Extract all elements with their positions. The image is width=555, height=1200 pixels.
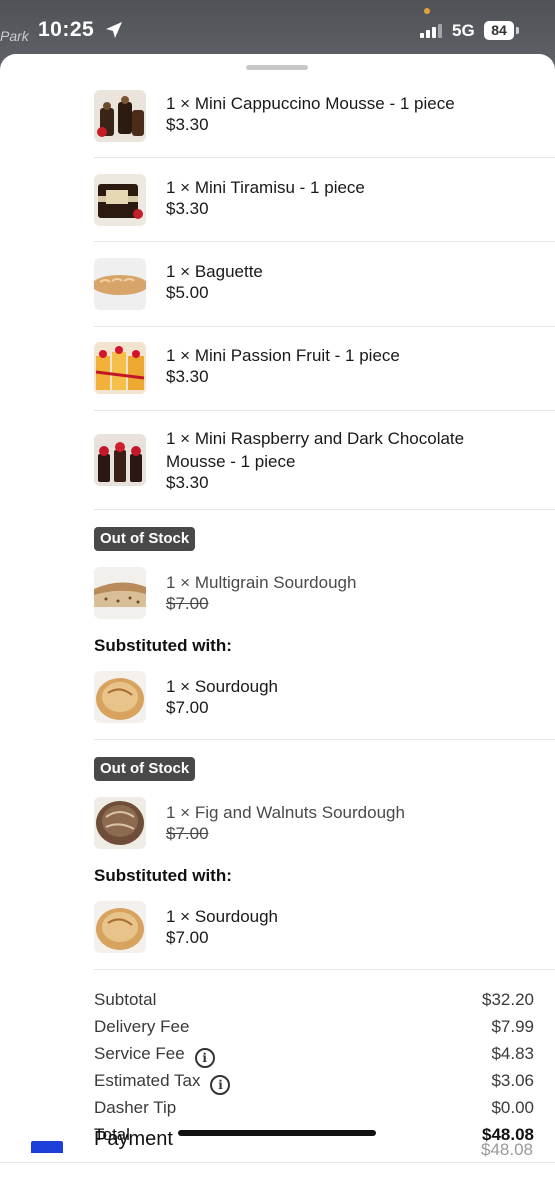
home-indicator[interactable]: [178, 1130, 376, 1136]
status-time: 10:25: [38, 18, 95, 41]
item-price: $3.30: [166, 367, 209, 386]
order-item: 1 × Mini Raspberry and Dark Chocolate Mo…: [94, 426, 555, 506]
order-item: 1 × Baguette $5.00: [94, 258, 555, 312]
item-image: [94, 434, 146, 486]
out-of-stock-badge: Out of Stock: [94, 757, 196, 781]
item-image: [94, 174, 146, 226]
order-item: 1 × Mini Passion Fruit - 1 piece $3.30: [94, 342, 555, 396]
service-fee-value: $4.83: [491, 1044, 534, 1063]
divider: [94, 326, 555, 327]
out-of-stock-badge: Out of Stock: [94, 527, 196, 551]
order-sheet[interactable]: 1 × Mini Cappuccino Mousse - 1 piece $3.…: [0, 54, 555, 1200]
dasher-tip-value: $0.00: [491, 1098, 534, 1117]
delivery-fee-row: Delivery Fee $7.99: [94, 1017, 534, 1039]
item-original-price: $7.00: [166, 594, 209, 613]
credit-card-icon: [31, 1141, 63, 1153]
service-fee-row: Service Fee i $4.83: [94, 1044, 534, 1068]
item-price: $3.30: [166, 115, 209, 134]
payment-amount: $48.08: [481, 1140, 533, 1159]
privacy-indicator: [424, 8, 430, 14]
item-image: [94, 797, 146, 849]
order-item: 1 × Mini Tiramisu - 1 piece $3.30: [94, 174, 555, 228]
delivery-fee-value: $7.99: [491, 1017, 534, 1036]
item-image: [94, 342, 146, 394]
estimated-tax-row: Estimated Tax i $3.06: [94, 1071, 534, 1095]
delivery-fee-label: Delivery Fee: [94, 1017, 190, 1036]
battery-cap: [516, 27, 519, 34]
network-type: 5G: [452, 21, 475, 40]
divider: [94, 157, 555, 158]
item-price: $7.00: [166, 698, 209, 717]
item-image: [94, 90, 146, 142]
item-price: $5.00: [166, 283, 209, 302]
divider: [94, 969, 555, 970]
dasher-tip-label: Dasher Tip: [94, 1098, 177, 1117]
item-price: $3.30: [166, 199, 209, 218]
estimated-tax-value: $3.06: [491, 1071, 534, 1090]
item-price: $7.00: [166, 928, 209, 947]
out-of-stock-item: 1 × Fig and Walnuts Sourdough $7.00: [94, 797, 555, 851]
divider: [94, 410, 555, 411]
map-label: Park: [0, 28, 29, 44]
service-fee-label: Service Fee: [94, 1044, 185, 1063]
info-icon[interactable]: i: [210, 1075, 231, 1095]
item-image: [94, 901, 146, 953]
payment-label[interactable]: Payment: [94, 1128, 173, 1151]
subtotal-value: $32.20: [482, 990, 534, 1009]
signal-icon: [420, 24, 444, 38]
divider: [94, 509, 555, 510]
item-image: [94, 258, 146, 310]
divider: [94, 241, 555, 242]
substituted-with-label: Substituted with:: [94, 866, 232, 885]
out-of-stock-item: 1 × Multigrain Sourdough $7.00: [94, 567, 555, 621]
item-price: $3.30: [166, 473, 209, 492]
battery-icon: 84: [484, 21, 514, 40]
service-fee-label-wrap: Service Fee i: [94, 1044, 215, 1068]
item-original-price: $7.00: [166, 824, 209, 843]
dasher-tip-row: Dasher Tip $0.00: [94, 1098, 534, 1120]
item-name: 1 × Mini Raspberry and Dark Chocolate Mo…: [166, 429, 465, 471]
item-name: 1 × Mini Tiramisu - 1 piece: [166, 178, 365, 197]
estimated-tax-label-wrap: Estimated Tax i: [94, 1071, 231, 1095]
location-arrow-icon: [106, 22, 122, 38]
substituted-with-label: Substituted with:: [94, 636, 232, 655]
item-name: 1 × Baguette: [166, 262, 263, 281]
item-image: [94, 671, 146, 723]
item-name: 1 × Mini Passion Fruit - 1 piece: [166, 346, 400, 365]
item-image: [94, 567, 146, 619]
subtotal-label: Subtotal: [94, 990, 157, 1009]
substitute-item: 1 × Sourdough $7.00: [94, 671, 555, 725]
sheet-grabber[interactable]: [246, 65, 308, 70]
info-icon[interactable]: i: [194, 1048, 215, 1068]
order-item: 1 × Mini Cappuccino Mousse - 1 piece $3.…: [94, 90, 555, 144]
item-name: 1 × Multigrain Sourdough: [166, 573, 357, 592]
subtotal-row: Subtotal $32.20: [94, 990, 534, 1012]
item-name: 1 × Mini Cappuccino Mousse - 1 piece: [166, 94, 455, 113]
divider: [94, 739, 555, 740]
item-name: 1 × Sourdough: [166, 677, 279, 696]
item-name: 1 × Fig and Walnuts Sourdough: [166, 803, 405, 822]
substitute-item: 1 × Sourdough $7.00: [94, 901, 555, 955]
item-name: 1 × Sourdough: [166, 907, 279, 926]
divider: [0, 1162, 555, 1163]
estimated-tax-label: Estimated Tax: [94, 1071, 201, 1090]
